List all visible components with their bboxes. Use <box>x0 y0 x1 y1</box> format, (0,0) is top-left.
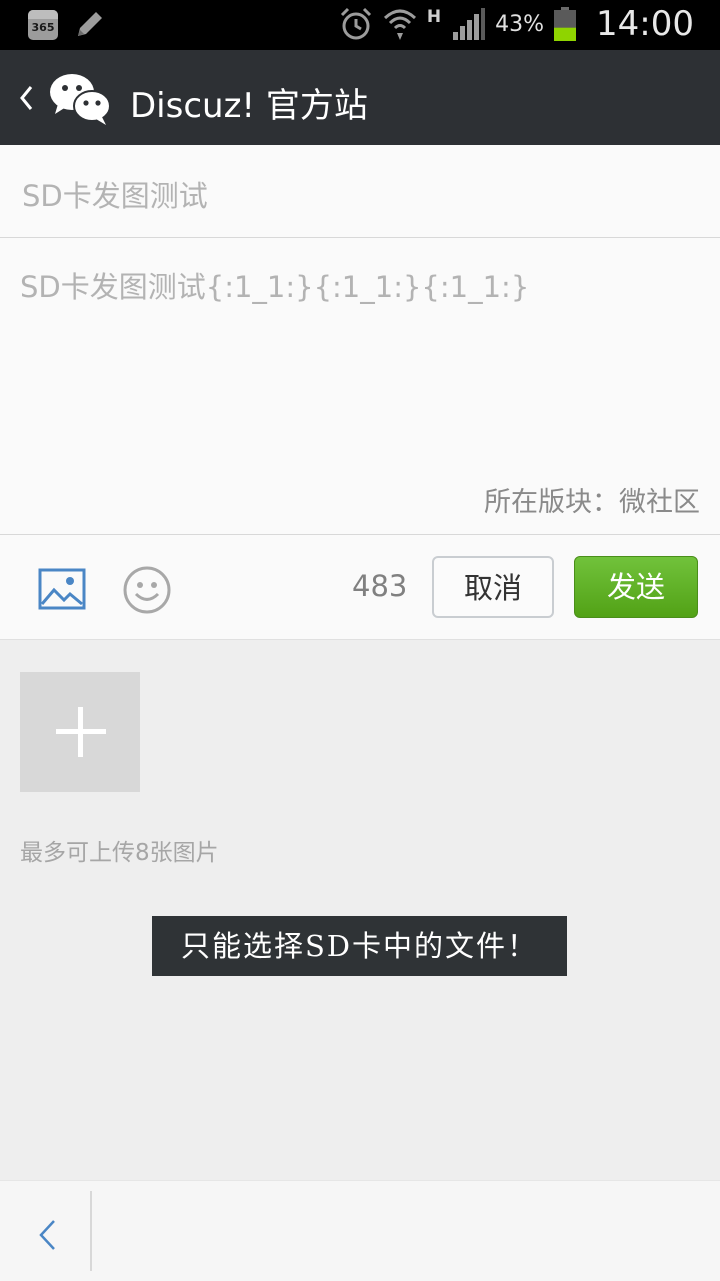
back-chevron-icon[interactable] <box>18 84 34 112</box>
send-button[interactable]: 发送 <box>574 556 698 618</box>
clock: 14:00 <box>596 4 694 44</box>
char-count: 483 <box>352 569 408 603</box>
content-input[interactable]: SD卡发图测试{:1_1:}{:1_1:}{:1_1:} 所在版块：微社区 <box>0 238 720 535</box>
alarm-icon <box>340 7 371 40</box>
forum-label: 所在版块：微社区 <box>484 487 700 518</box>
wechat-logo-icon <box>50 74 111 125</box>
battery-icon <box>554 7 577 41</box>
divider <box>90 1191 92 1271</box>
calendar-icon: 365 <box>28 10 58 40</box>
back-arrow-icon[interactable] <box>36 1217 58 1253</box>
bottom-bar <box>0 1180 720 1281</box>
upload-hint: 最多可上传8张图片 <box>20 840 219 866</box>
page-title: Discuz! 官方站 <box>130 86 368 126</box>
signal-icon <box>453 8 486 40</box>
title-bar: Discuz! 官方站 <box>0 50 720 145</box>
add-image-button[interactable] <box>20 672 140 792</box>
battery-percent: 43% <box>495 11 545 37</box>
toast-message: 只能选择SD卡中的文件！ <box>152 916 567 976</box>
wifi-icon <box>383 9 416 40</box>
calendar-day: 365 <box>31 21 55 34</box>
image-icon[interactable] <box>38 568 86 610</box>
content-text: SD卡发图测试{:1_1:}{:1_1:}{:1_1:} <box>20 270 530 304</box>
compose-toolbar: 483 取消 发送 <box>0 535 720 640</box>
network-type: H <box>426 7 442 27</box>
status-bar: 365 H 43% 14:00 <box>0 0 720 50</box>
subject-input[interactable]: SD卡发图测试 <box>0 145 720 238</box>
emoji-icon[interactable] <box>122 565 172 615</box>
cancel-button[interactable]: 取消 <box>432 556 554 618</box>
pencil-icon <box>78 12 102 36</box>
subject-text: SD卡发图测试 <box>22 179 208 213</box>
